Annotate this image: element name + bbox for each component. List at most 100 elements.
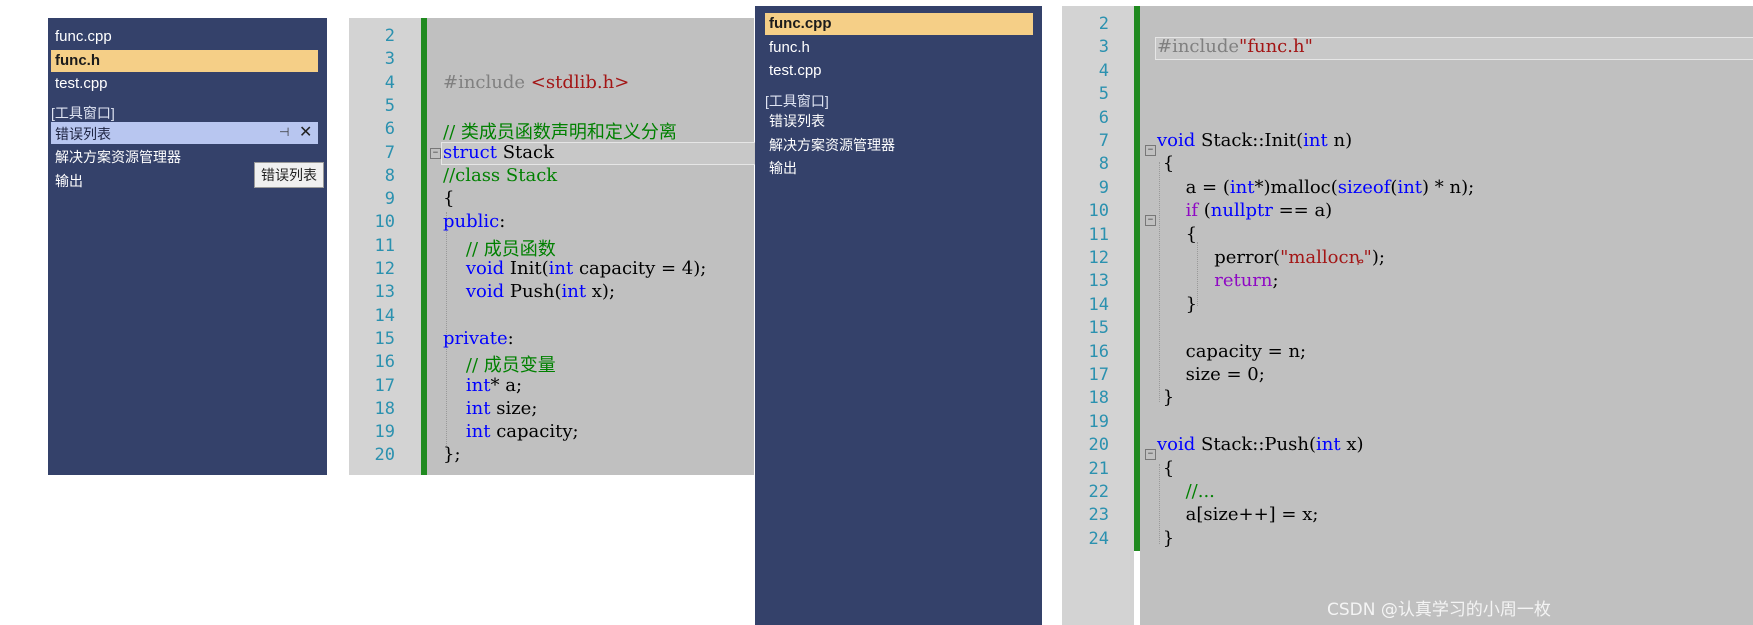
- right-code-line: {: [1157, 223, 1198, 245]
- right-line-number: 13: [1088, 271, 1109, 292]
- left-code-line: // 成员变量: [465, 355, 556, 377]
- right-line-number: 24: [1088, 528, 1109, 549]
- right-code-line: return;: [1214, 270, 1279, 292]
- left-editor-margin: [327, 18, 349, 475]
- left-file-func-h[interactable]: func.h: [51, 49, 318, 72]
- left-code-line: int size;: [465, 397, 538, 419]
- right-line-number: 18: [1088, 388, 1109, 409]
- left-line-number: 7: [384, 142, 395, 163]
- right-fold-icon-init[interactable]: −: [1145, 145, 1156, 156]
- right-line-number: 21: [1088, 458, 1109, 479]
- left-fold-icon[interactable]: −: [430, 148, 441, 159]
- close-icon[interactable]: ✕: [299, 122, 312, 142]
- left-file-test-cpp[interactable]: test.cpp: [51, 73, 318, 95]
- right-line-number: 5: [1098, 84, 1109, 105]
- right-line-number: 16: [1088, 341, 1109, 362]
- right-line-number: 3: [1098, 37, 1109, 58]
- right-line-number: 15: [1088, 318, 1109, 339]
- left-line-number: 13: [374, 282, 395, 303]
- right-code-line: void Stack::Init(int n): [1157, 130, 1353, 151]
- left-line-number: 17: [374, 375, 395, 396]
- left-code-line: struct Stack: [443, 141, 554, 163]
- pin-icon[interactable]: ⊣: [279, 125, 289, 139]
- right-code-line: {: [1157, 457, 1175, 479]
- error-list-item-highlighted[interactable]: 错误列表 ⊣ ✕: [51, 122, 318, 144]
- left-line-number: 6: [384, 119, 395, 140]
- solution-explorer-item[interactable]: 解决方案资源管理器: [55, 147, 181, 167]
- left-code-line: int capacity;: [465, 421, 579, 443]
- right-code-line: if (nullptr == a): [1185, 200, 1333, 222]
- left-line-number: 16: [374, 352, 395, 373]
- left-line-number: 3: [384, 49, 395, 70]
- right-file-test-cpp[interactable]: test.cpp: [765, 60, 1033, 82]
- right-line-number: 14: [1088, 294, 1109, 315]
- left-code-line: void Init(int capacity = 4);: [465, 258, 707, 279]
- left-code-line: public:: [443, 211, 506, 233]
- right-solution-explorer-item[interactable]: 解决方案资源管理器: [769, 135, 895, 155]
- right-file-func-cpp[interactable]: func.cpp: [765, 13, 1033, 35]
- right-code-area[interactable]: [1140, 6, 1753, 625]
- right-code-line: #include"func.h": [1157, 36, 1313, 58]
- right-line-number: 7: [1098, 131, 1109, 151]
- left-code-line: #include <stdlib.h>: [443, 71, 630, 93]
- left-line-number: 18: [374, 398, 395, 419]
- right-tool-windows-header: [工具窗口]: [765, 93, 829, 109]
- right-line-number: 20: [1088, 435, 1109, 456]
- left-line-number: 15: [374, 328, 395, 349]
- output-item[interactable]: 输出: [55, 171, 83, 191]
- left-code-line: {: [443, 188, 455, 210]
- left-line-number: 20: [374, 445, 395, 466]
- right-code-line: capacity = n;: [1157, 340, 1307, 362]
- right-editor-margin: [1042, 6, 1062, 625]
- left-code-line: void Push(int x);: [465, 281, 616, 303]
- csdn-watermark: CSDN @认真学习的小周一枚: [1327, 600, 1551, 620]
- right-code-line: a[size++] = x;: [1157, 504, 1319, 526]
- right-code-line: }: [1157, 527, 1175, 549]
- right-code-line: }: [1157, 387, 1175, 409]
- right-line-number: 8: [1098, 154, 1109, 175]
- left-code-line: //class Stack: [443, 164, 558, 186]
- left-line-number: 10: [374, 212, 395, 233]
- left-code-line: int* a;: [465, 374, 523, 396]
- right-code-line: void Stack::Push(int x): [1157, 434, 1364, 456]
- right-line-number: 19: [1088, 411, 1109, 432]
- right-line-number: 6: [1098, 107, 1109, 128]
- right-code-line: {: [1157, 153, 1175, 175]
- right-line-number: 10: [1088, 201, 1109, 222]
- left-line-number: 19: [374, 422, 395, 443]
- left-line-number: 2: [384, 26, 395, 46]
- left-code-line: private:: [443, 327, 514, 349]
- left-code-line: // 类成员函数声明和定义分离: [443, 122, 677, 144]
- right-code-line: perror("mallocȵ");: [1157, 247, 1385, 268]
- left-line-number: 12: [374, 259, 395, 279]
- right-line-number: 4: [1098, 60, 1109, 81]
- left-line-number: 5: [384, 95, 395, 116]
- error-list-tooltip: 错误列表: [254, 162, 324, 188]
- left-code-line: // 成员函数: [465, 238, 556, 260]
- left-line-number: 9: [384, 189, 395, 210]
- left-line-number: 14: [374, 305, 395, 326]
- left-tool-windows-header: [工具窗口]: [51, 105, 115, 121]
- left-line-number: 11: [374, 235, 395, 256]
- right-code-line: }: [1157, 293, 1198, 315]
- right-error-list-item[interactable]: 错误列表: [769, 111, 825, 131]
- right-line-number: 23: [1088, 505, 1109, 526]
- right-line-number: 17: [1088, 365, 1109, 385]
- right-line-number: 2: [1098, 14, 1109, 34]
- right-line-number: 9: [1098, 177, 1109, 198]
- left-file-func-cpp[interactable]: func.cpp: [51, 26, 318, 48]
- left-line-number: 4: [384, 72, 395, 93]
- right-fold-icon-push[interactable]: −: [1145, 449, 1156, 460]
- right-line-number: 11: [1088, 224, 1109, 245]
- left-line-number: 8: [384, 165, 395, 186]
- right-line-number: 22: [1088, 482, 1109, 502]
- right-output-item[interactable]: 输出: [769, 158, 797, 178]
- right-code-line: //...: [1185, 481, 1215, 502]
- right-code-line: a = (int*)malloc(sizeof(int) * n);: [1157, 176, 1475, 198]
- left-code-line: };: [443, 444, 461, 466]
- right-file-func-h[interactable]: func.h: [765, 37, 1033, 59]
- right-fold-icon-if[interactable]: −: [1145, 215, 1156, 226]
- right-line-number: 12: [1088, 248, 1109, 268]
- error-list-label: 错误列表: [55, 126, 111, 142]
- right-code-line: size = 0;: [1157, 364, 1265, 385]
